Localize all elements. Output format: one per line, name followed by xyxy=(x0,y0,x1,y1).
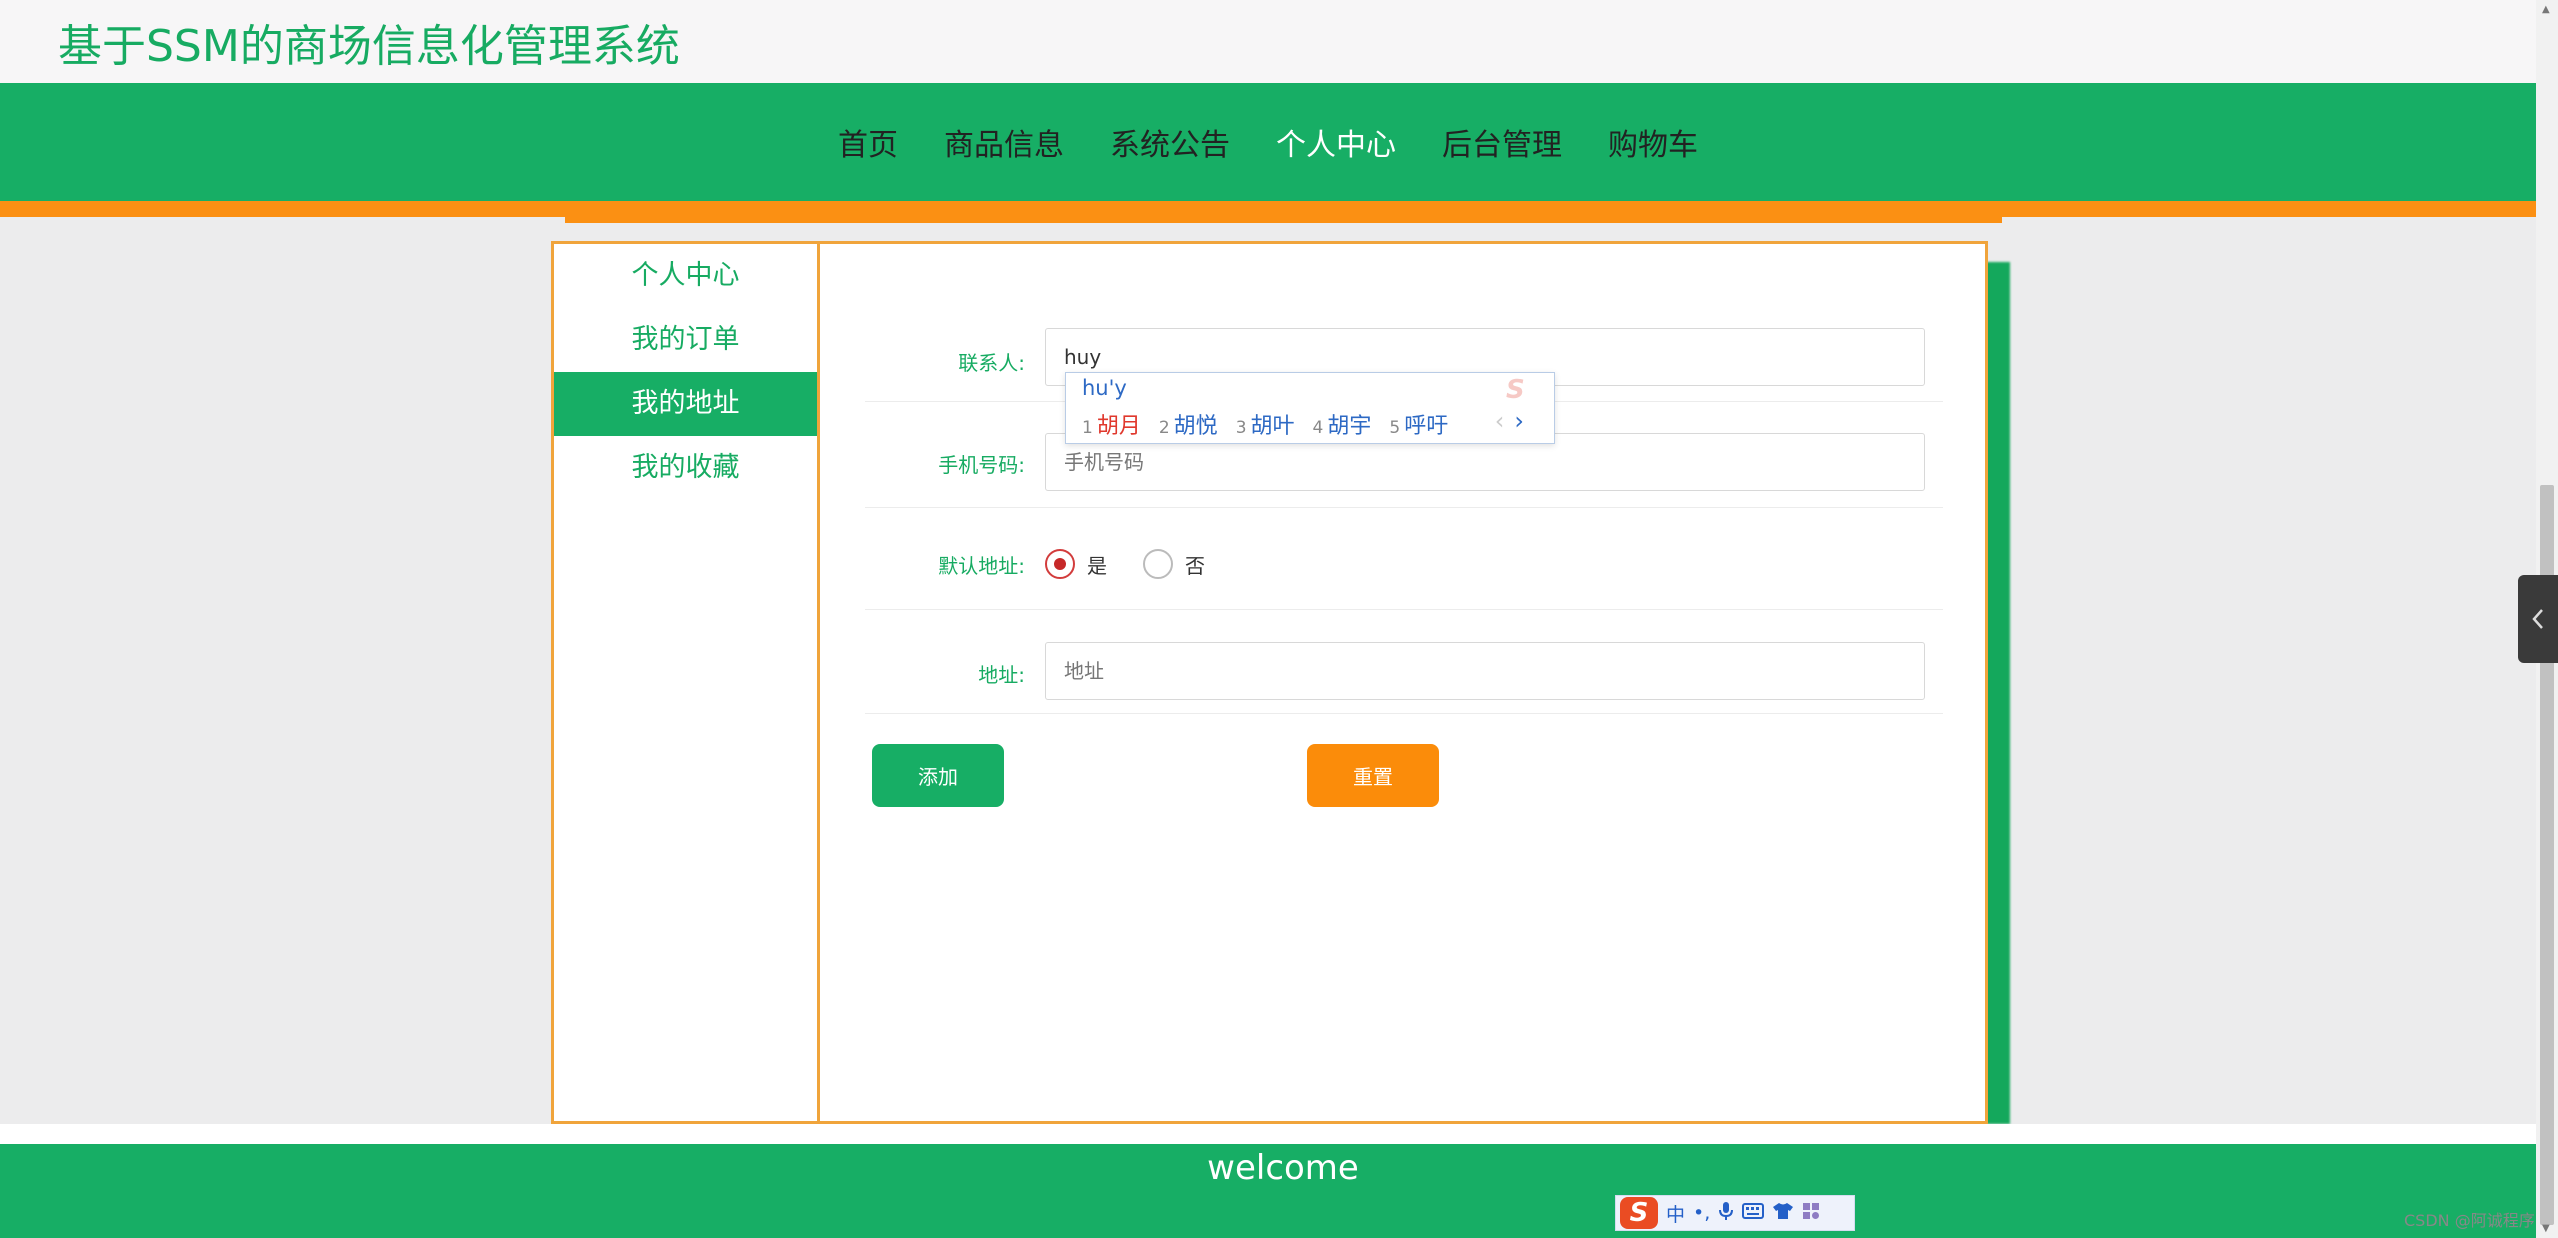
sidebar-item-my-address[interactable]: 我的地址 xyxy=(554,372,817,436)
footer: welcome xyxy=(0,1144,2536,1238)
ime-next-icon[interactable]: › xyxy=(1514,407,1524,435)
top-header: 基于SSM的商场信息化管理系统 xyxy=(0,0,2536,83)
scroll-down-icon[interactable]: ▼ xyxy=(2542,1223,2550,1234)
phone-label: 手机号码: xyxy=(938,453,1025,477)
nav-item-announcements[interactable]: 系统公告 xyxy=(1110,120,1230,164)
ime-page-arrows: ‹ › xyxy=(1495,407,1524,435)
side-panel-toggle[interactable] xyxy=(2518,575,2558,663)
radio-no[interactable] xyxy=(1143,549,1173,579)
ime-pinyin: hu'y xyxy=(1082,376,1127,400)
radio-no-label: 否 xyxy=(1185,553,1205,578)
address-label: 地址: xyxy=(978,663,1025,687)
ime-candidate[interactable]: 2 胡悦 xyxy=(1159,408,1218,440)
nav-underline-tab xyxy=(565,217,2002,223)
sidebar-item-personal-center[interactable]: 个人中心 xyxy=(554,244,817,308)
contact-label: 联系人: xyxy=(958,351,1025,375)
scroll-up-icon[interactable]: ▲ xyxy=(2542,4,2550,15)
nav-item-cart[interactable]: 购物车 xyxy=(1608,120,1698,164)
reset-button[interactable]: 重置 xyxy=(1307,744,1439,807)
ime-punctuation-toggle[interactable]: •, xyxy=(1693,1202,1710,1224)
radio-yes-label: 是 xyxy=(1087,553,1107,578)
nav-item-admin[interactable]: 后台管理 xyxy=(1442,120,1562,164)
add-button[interactable]: 添加 xyxy=(872,744,1004,807)
ime-candidate[interactable]: 5 呼吁 xyxy=(1389,408,1448,440)
form-row-address: 地址: xyxy=(865,634,1943,714)
nav-underline xyxy=(0,201,2536,217)
ime-mode-toggle[interactable]: 中 xyxy=(1666,1200,1685,1227)
footer-welcome: welcome xyxy=(1207,1148,1359,1188)
address-input[interactable] xyxy=(1045,642,1925,700)
ime-candidate[interactable]: 1 胡月 xyxy=(1082,408,1141,440)
ime-candidate-list: 1 胡月 2 胡悦 3 胡叶 4 胡宇 5 呼吁 xyxy=(1082,408,1448,440)
ime-candidate[interactable]: 4 胡宇 xyxy=(1313,408,1372,440)
shirt-icon[interactable] xyxy=(1772,1202,1794,1225)
radio-yes[interactable] xyxy=(1045,549,1075,579)
mic-icon[interactable] xyxy=(1718,1201,1734,1226)
default-address-radio-group: 是 否 xyxy=(1045,548,1241,580)
nav-item-products[interactable]: 商品信息 xyxy=(944,120,1064,164)
ime-candidate[interactable]: 3 胡叶 xyxy=(1236,408,1295,440)
nav-item-personal-center[interactable]: 个人中心 xyxy=(1276,120,1396,164)
keyboard-icon[interactable] xyxy=(1742,1202,1765,1224)
ime-toolbar: S 中 •, xyxy=(1615,1195,1855,1231)
footer-gap xyxy=(0,1124,2536,1144)
grid-icon[interactable] xyxy=(1802,1202,1820,1225)
site-title: 基于SSM的商场信息化管理系统 xyxy=(58,21,680,72)
chevron-left-icon xyxy=(2532,609,2543,629)
nav-item-home[interactable]: 首页 xyxy=(838,120,898,164)
ime-candidate-popup: hu'y S 1 胡月 2 胡悦 3 胡叶 4 胡宇 5 呼吁 ‹ › xyxy=(1065,372,1555,444)
csdn-watermark: CSDN @阿诚程序 xyxy=(2404,1211,2535,1230)
default-address-label: 默认地址: xyxy=(938,554,1025,578)
main-nav: 首页 商品信息 系统公告 个人中心 后台管理 购物车 xyxy=(0,83,2536,201)
sidebar-item-my-favorites[interactable]: 我的收藏 xyxy=(554,436,817,500)
sogou-watermark-icon: S xyxy=(1506,375,1525,405)
form-row-default-address: 默认地址: 是 否 xyxy=(865,548,1943,610)
ime-prev-icon[interactable]: ‹ xyxy=(1495,407,1505,435)
sogou-logo-icon[interactable]: S xyxy=(1620,1197,1658,1229)
nav-items: 首页 商品信息 系统公告 个人中心 后台管理 购物车 xyxy=(0,83,2536,201)
sidebar-item-my-orders[interactable]: 我的订单 xyxy=(554,308,817,372)
sidebar: 个人中心 我的订单 我的地址 我的收藏 xyxy=(554,244,820,1121)
